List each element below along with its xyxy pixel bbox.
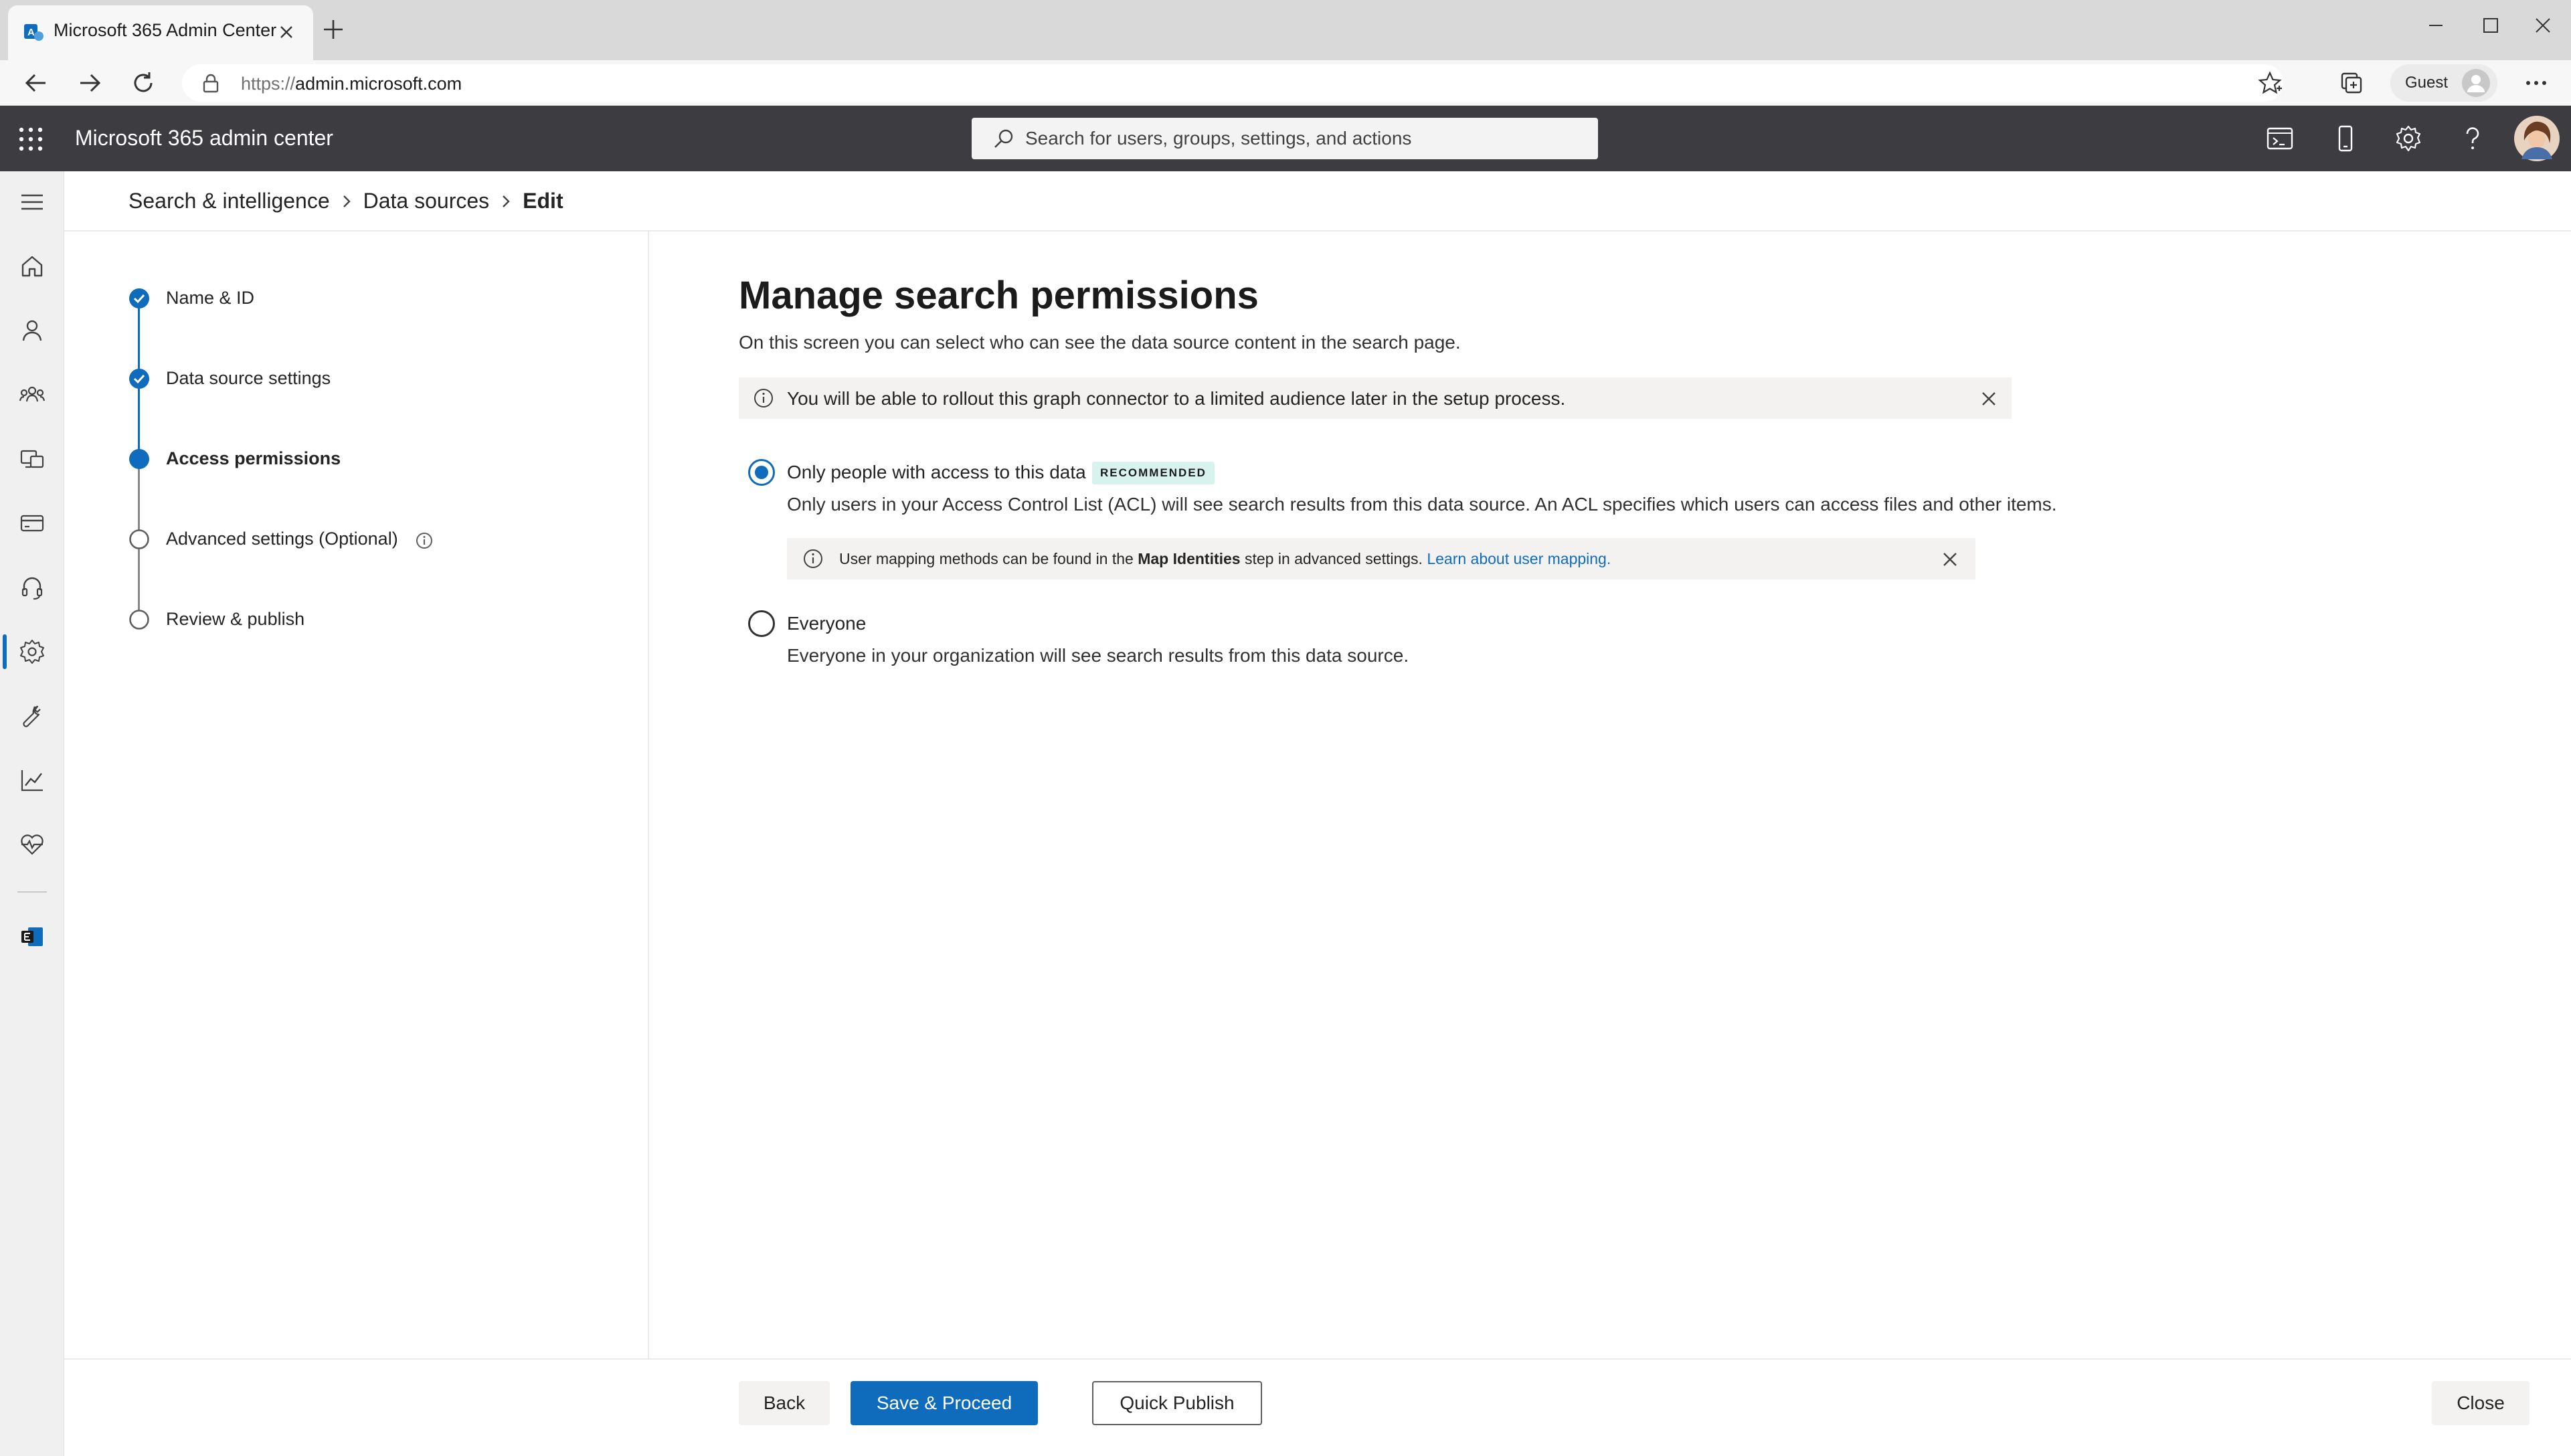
breadcrumb-search-intelligence[interactable]: Search & intelligence	[128, 189, 330, 213]
browser-tab-strip: A Microsoft 365 Admin Center	[0, 0, 2571, 60]
support-headset-icon[interactable]	[19, 574, 46, 601]
user-mapping-text: User mapping methods can be found in the…	[839, 550, 1611, 568]
window-close-icon[interactable]	[2528, 11, 2558, 40]
profile-label: Guest	[2405, 74, 2449, 92]
help-question-icon[interactable]	[2459, 124, 2487, 153]
search-icon	[992, 127, 1016, 151]
dismiss-close-icon[interactable]	[1941, 550, 1959, 569]
more-options-icon[interactable]	[2521, 68, 2551, 98]
reports-chart-icon[interactable]	[19, 767, 46, 794]
step-complete-check-icon	[128, 288, 150, 309]
exchange-admin-icon[interactable]	[19, 923, 46, 950]
back-button[interactable]: Back	[739, 1381, 830, 1425]
user-mapping-info-banner: User mapping methods can be found in the…	[787, 538, 1975, 579]
wizard-steps-panel: Name & ID Data source settings Access pe…	[64, 232, 649, 1360]
collapse-menu-icon[interactable]	[19, 189, 46, 215]
close-button[interactable]: Close	[2432, 1381, 2530, 1425]
step-connector	[138, 388, 140, 452]
step-data-source-settings[interactable]: Data source settings	[166, 368, 331, 389]
favorite-star-icon[interactable]	[2256, 71, 2283, 96]
user-avatar[interactable]	[2513, 115, 2560, 162]
page-title: Manage search permissions	[739, 274, 1259, 317]
app-header: Microsoft 365 admin center	[0, 106, 2571, 171]
devices-icon[interactable]	[19, 446, 46, 472]
radio-everyone[interactable]	[748, 610, 775, 637]
breadcrumb: Search & intelligence Data sources Edit	[128, 187, 563, 217]
app-title: Microsoft 365 admin center	[75, 126, 333, 150]
left-nav-rail	[0, 171, 64, 1456]
step-review-publish[interactable]: Review & publish	[166, 609, 304, 630]
terminal-icon[interactable]	[2266, 124, 2294, 153]
url-text: https://admin.microsoft.com	[241, 74, 462, 94]
users-person-icon[interactable]	[19, 317, 46, 344]
tab-title: Microsoft 365 Admin Center	[54, 20, 277, 40]
option-everyone-description: Everyone in your organization will see s…	[787, 645, 1409, 666]
info-icon	[752, 387, 775, 410]
collections-icon[interactable]	[2337, 68, 2366, 98]
user-mapping-prefix: User mapping methods can be found in the	[839, 550, 1138, 567]
breadcrumb-current-edit: Edit	[523, 189, 563, 213]
url-protocol: https://	[241, 74, 296, 94]
app-launcher-waffle-icon[interactable]	[17, 126, 44, 153]
chevron-right-icon	[499, 193, 513, 210]
step-name-id[interactable]: Name & ID	[166, 288, 254, 308]
mobile-phone-icon[interactable]	[2331, 124, 2360, 153]
settings-gear-icon[interactable]	[2394, 124, 2422, 153]
home-icon[interactable]	[19, 253, 46, 280]
option-everyone-label[interactable]: Everyone	[787, 613, 866, 634]
billing-card-icon[interactable]	[19, 510, 46, 537]
step-connector	[138, 468, 140, 533]
url-field[interactable]: https://admin.microsoft.com	[182, 64, 2283, 102]
m365-admin-favicon-icon: A	[23, 21, 44, 43]
teams-groups-icon[interactable]	[19, 381, 46, 408]
lock-icon	[201, 72, 221, 94]
guest-avatar-icon	[2461, 68, 2491, 98]
step-pending-circle-icon	[128, 609, 150, 630]
rollout-info-text: You will be able to rollout this graph c…	[787, 388, 1566, 409]
footer-divider	[64, 1358, 2571, 1360]
dismiss-close-icon[interactable]	[1979, 389, 1998, 408]
step-advanced-settings[interactable]: Advanced settings (Optional)	[166, 529, 398, 549]
refresh-icon[interactable]	[127, 67, 159, 99]
radio-only-people-with-access[interactable]	[748, 459, 775, 486]
rail-divider	[17, 891, 47, 893]
chevron-right-icon	[339, 193, 354, 210]
option-only-people-label[interactable]: Only people with access to this data	[787, 462, 1086, 483]
step-current-dot-icon	[128, 448, 150, 470]
user-mapping-suffix: step in advanced settings.	[1240, 550, 1427, 567]
minimize-icon[interactable]	[2421, 11, 2451, 40]
info-icon	[802, 547, 824, 570]
setup-wrench-icon[interactable]	[19, 703, 46, 729]
forward-arrow-icon[interactable]	[74, 67, 106, 99]
breadcrumb-data-sources[interactable]: Data sources	[363, 189, 490, 213]
maximize-icon[interactable]	[2476, 11, 2505, 40]
profile-button[interactable]: Guest	[2390, 64, 2497, 102]
step-pending-circle-icon	[128, 529, 150, 550]
quick-publish-button[interactable]: Quick Publish	[1092, 1381, 1262, 1425]
learn-user-mapping-link[interactable]: Learn about user mapping.	[1427, 550, 1611, 567]
option-only-people-description: Only users in your Access Control List (…	[787, 494, 2057, 515]
settings-gear-rail-icon[interactable]	[19, 638, 46, 665]
tab-close-icon[interactable]	[277, 23, 296, 41]
step-connector	[138, 308, 140, 372]
search-input[interactable]	[1025, 126, 1574, 151]
new-tab-plus-icon[interactable]	[321, 17, 345, 41]
rollout-info-banner: You will be able to rollout this graph c…	[739, 377, 2012, 419]
step-complete-check-icon	[128, 368, 150, 389]
page-subtitle: On this screen you can select who can se…	[739, 332, 1461, 353]
svg-text:A: A	[27, 27, 35, 38]
recommended-badge: RECOMMENDED	[1092, 462, 1215, 484]
global-search-box[interactable]	[972, 118, 1598, 159]
browser-tab[interactable]: A Microsoft 365 Admin Center	[8, 5, 313, 60]
step-connector	[138, 549, 140, 613]
health-heart-icon[interactable]	[19, 831, 46, 858]
url-host: admin.microsoft.com	[295, 74, 462, 94]
rail-selection-indicator	[3, 634, 7, 669]
map-identities-bold: Map Identities	[1138, 550, 1241, 567]
back-arrow-icon[interactable]	[20, 67, 52, 99]
save-proceed-button[interactable]: Save & Proceed	[851, 1381, 1038, 1425]
browser-address-bar: https://admin.microsoft.com Guest	[0, 60, 2571, 106]
info-icon[interactable]	[415, 531, 434, 550]
step-access-permissions[interactable]: Access permissions	[166, 448, 341, 469]
